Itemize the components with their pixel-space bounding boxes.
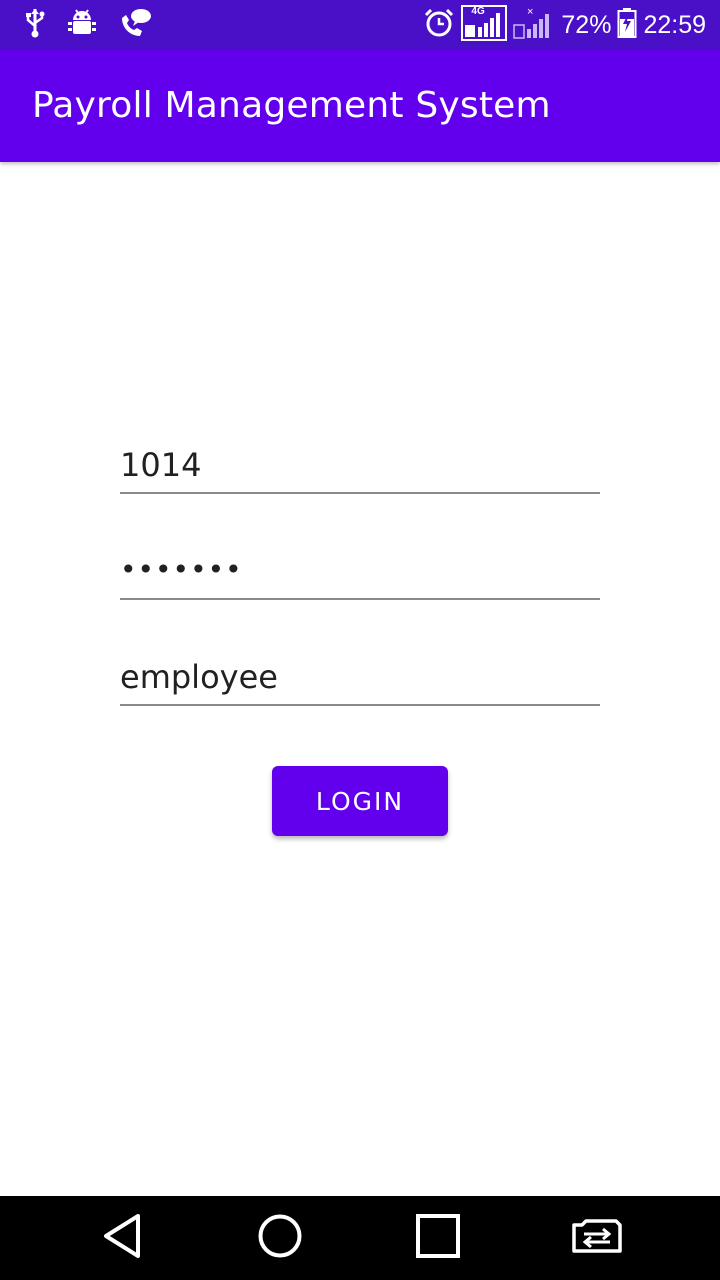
home-icon [257, 1213, 303, 1263]
switch-sim-icon [570, 1217, 624, 1259]
recents-icon [416, 1214, 460, 1262]
usb-icon [24, 8, 46, 42]
battery-percent: 72% [561, 11, 612, 39]
back-icon [100, 1212, 144, 1264]
back-button[interactable] [80, 1196, 164, 1280]
status-bar-system: 4G × 72% 22:59 [423, 0, 706, 50]
signal-sim2-icon: × [513, 5, 555, 45]
app-bar: Payroll Management System [0, 50, 720, 162]
signal-4g-sim1-icon: 4G [461, 5, 508, 45]
svg-text:×: × [527, 6, 533, 18]
role-field[interactable]: employee [120, 644, 600, 706]
login-screen: 4G × 72% 22:59 Payroll Management System… [0, 0, 720, 1280]
navigation-bar [0, 1196, 720, 1280]
login-button[interactable]: LOGIN [272, 766, 448, 836]
android-debug-icon [68, 8, 96, 42]
call-message-icon [118, 8, 152, 42]
battery-charging-icon [617, 7, 637, 43]
alarm-icon [423, 7, 455, 43]
network-type-label: 4G [471, 6, 485, 17]
switch-sim-button[interactable] [555, 1196, 639, 1280]
password-value: ••••••• [120, 553, 243, 586]
clock: 22:59 [643, 11, 706, 39]
recents-button[interactable] [396, 1196, 480, 1280]
employee-id-value: 1014 [120, 446, 202, 484]
status-bar-notifications [24, 0, 152, 50]
home-button[interactable] [238, 1196, 322, 1280]
app-title: Payroll Management System [32, 85, 551, 126]
password-field[interactable]: ••••••• [120, 538, 600, 600]
employee-id-field[interactable]: 1014 [120, 432, 600, 494]
role-value: employee [120, 658, 278, 696]
login-button-label: LOGIN [315, 786, 405, 816]
status-bar: 4G × 72% 22:59 [0, 0, 720, 50]
